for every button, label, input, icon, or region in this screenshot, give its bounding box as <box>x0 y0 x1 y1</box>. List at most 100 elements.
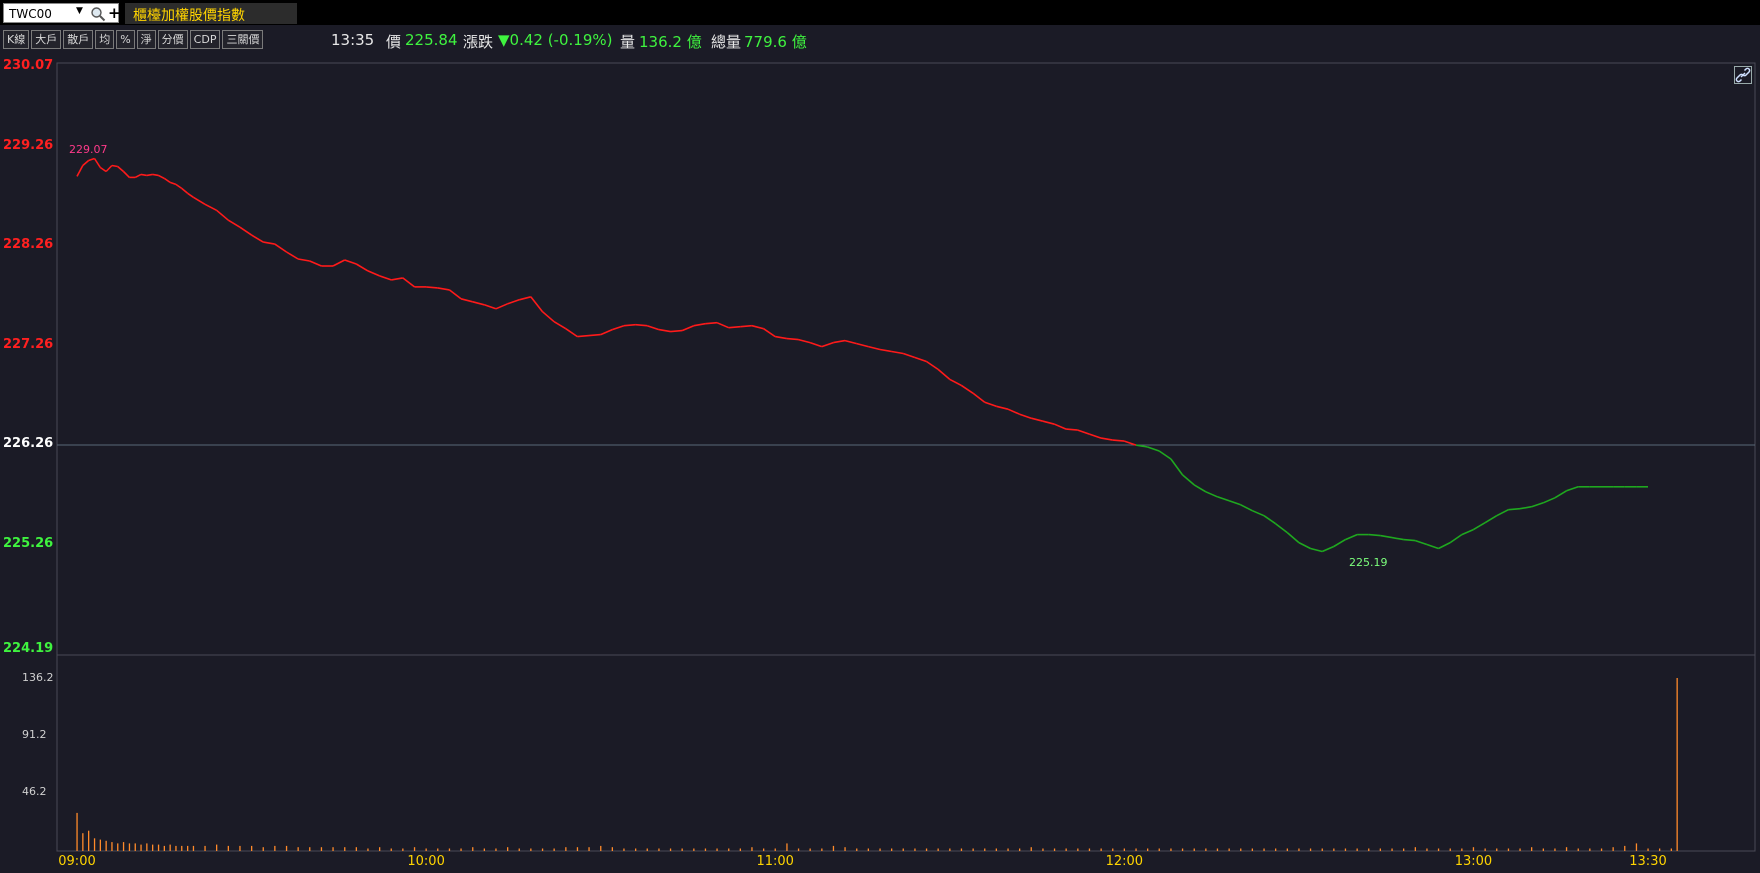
volume-bar <box>163 845 165 851</box>
volume-bar <box>1135 848 1137 851</box>
time-axis-label: 13:30 <box>1629 854 1667 869</box>
volume-bar <box>448 848 451 851</box>
volume-bar <box>518 848 520 851</box>
volume-bar <box>1589 848 1591 851</box>
volume-bar <box>169 844 171 851</box>
volume-bar <box>1193 848 1195 851</box>
price-line-segment <box>1380 534 1393 539</box>
price-line-segment <box>646 324 660 331</box>
price-line-segment <box>472 301 485 306</box>
volume-bar <box>797 848 800 851</box>
volume-bar <box>646 848 648 851</box>
price-line-segment <box>833 339 846 344</box>
price-axis-label: 225.26 <box>3 535 54 551</box>
price-line-segment <box>728 325 741 329</box>
volume-bar <box>995 848 997 851</box>
volume-bar <box>134 843 136 851</box>
price-line-segment <box>798 338 811 344</box>
volume-bar <box>1007 848 1009 851</box>
price-line-segment <box>1472 522 1486 531</box>
price-line-segment <box>437 287 450 291</box>
price-line-segment <box>263 241 275 245</box>
volume-bar <box>565 847 567 851</box>
chart-frame <box>56 62 1756 852</box>
volume-bar <box>1053 848 1056 851</box>
price-line-segment <box>693 322 706 327</box>
volume-bar <box>297 847 299 851</box>
price-line-segment <box>1170 458 1184 476</box>
price-line-segment <box>76 165 84 177</box>
price-line-segment <box>612 324 625 331</box>
price-line-segment <box>1566 486 1579 492</box>
price-line-segment <box>227 219 241 228</box>
link-button[interactable] <box>1734 66 1752 84</box>
price-line-segment <box>1158 450 1172 460</box>
volume-bar <box>152 844 154 851</box>
price-line-segment <box>163 177 171 184</box>
volume-bar <box>914 848 916 851</box>
price-line-segment <box>402 277 415 288</box>
volume-bar <box>669 848 672 851</box>
volume-bar <box>1344 848 1347 851</box>
volume-bar <box>693 848 695 851</box>
volume-bar <box>809 848 811 851</box>
volume-axis-label: 136.2 <box>22 671 54 684</box>
price-line-segment <box>1345 533 1358 541</box>
volume-bar <box>1298 848 1300 851</box>
volume-bar <box>1170 848 1172 851</box>
volume-bar <box>1088 848 1091 851</box>
volume-bar <box>1635 843 1638 851</box>
price-line-segment <box>1542 497 1556 504</box>
volume-bar <box>204 845 206 851</box>
price-line-segment <box>1066 428 1078 431</box>
price-line-segment <box>1333 538 1346 548</box>
volume-bar <box>332 847 334 851</box>
price-line-segment <box>1415 539 1428 546</box>
price-line-segment <box>122 170 130 178</box>
price-line-segment <box>1438 541 1451 550</box>
volume-bar <box>681 848 683 851</box>
volume-bar <box>1577 848 1579 851</box>
price-line-segment <box>1368 533 1381 537</box>
volume-bar <box>728 848 730 851</box>
price-line-segment <box>355 263 369 272</box>
price-line-segment <box>658 328 671 333</box>
volume-bar <box>658 848 660 851</box>
intraday-chart[interactable] <box>0 0 1760 873</box>
price-line-segment <box>1403 538 1416 542</box>
price-line-segment <box>937 368 951 381</box>
price-line-segment <box>1240 504 1253 512</box>
price-line-segment <box>239 226 253 236</box>
price-line-segment <box>152 173 159 177</box>
volume-bar <box>192 845 195 851</box>
price-line-segment <box>1019 413 1032 419</box>
volume-bar <box>960 848 963 851</box>
price-line-segment <box>716 321 730 329</box>
price-line-segment <box>379 275 392 281</box>
volume-bar <box>320 847 323 851</box>
price-line-segment <box>577 334 590 338</box>
price-line-segment <box>1496 508 1509 517</box>
price-line-segment <box>623 323 636 327</box>
volume-bar <box>553 848 555 851</box>
volume-bar <box>1112 848 1114 851</box>
volume-bar <box>739 848 741 851</box>
price-line-segment <box>1193 484 1207 493</box>
volume-bar <box>1507 848 1510 851</box>
volume-bar <box>891 848 893 851</box>
price-line-segment <box>1217 496 1230 502</box>
volume-bar <box>99 839 101 851</box>
volume-bar <box>227 845 229 851</box>
volume-bar <box>1472 847 1475 851</box>
volume-bar <box>1519 848 1521 851</box>
volume-axis-label: 46.2 <box>22 785 47 799</box>
volume-bar <box>390 848 392 851</box>
volume-bar <box>379 847 381 851</box>
price-line-segment <box>751 324 764 330</box>
volume-bar <box>1542 848 1544 851</box>
volume-bar <box>763 848 765 851</box>
volume-bar <box>1437 848 1440 851</box>
volume-bar <box>111 842 113 851</box>
volume-bar <box>495 848 497 851</box>
price-line-segment <box>681 324 695 332</box>
